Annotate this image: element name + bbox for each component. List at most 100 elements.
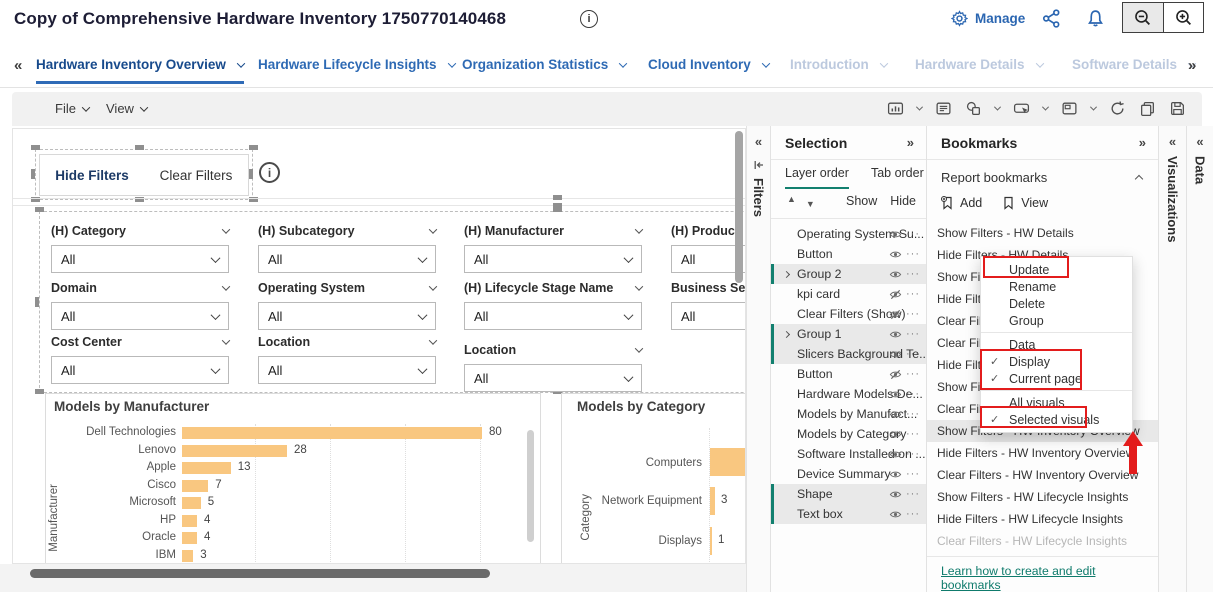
collapse-panel-icon[interactable]: » bbox=[907, 135, 914, 150]
show-all-button[interactable]: Show bbox=[846, 194, 877, 208]
chevron-down-icon[interactable] bbox=[222, 282, 230, 290]
visibility-eye-icon[interactable] bbox=[889, 408, 902, 424]
buttons-icon[interactable] bbox=[1013, 100, 1030, 117]
refresh-icon[interactable] bbox=[1109, 100, 1126, 117]
move-up-icon[interactable]: ▲ bbox=[787, 194, 796, 209]
chevron-down-icon[interactable] bbox=[879, 59, 887, 67]
chevron-down-icon[interactable] bbox=[635, 225, 643, 233]
visibility-eye-icon[interactable] bbox=[889, 248, 902, 264]
visibility-eye-icon[interactable] bbox=[889, 228, 902, 244]
tab-hardware-details[interactable]: Hardware Details bbox=[915, 57, 1043, 81]
visibility-eye-icon[interactable] bbox=[889, 508, 902, 524]
selection-handle[interactable] bbox=[135, 145, 144, 150]
chevron-down-icon[interactable] bbox=[1090, 104, 1097, 111]
bar-displays[interactable] bbox=[710, 527, 712, 555]
move-down-icon[interactable]: ▼ bbox=[806, 199, 815, 209]
visibility-eye-off-icon[interactable] bbox=[889, 308, 902, 324]
slicer-dropdown[interactable]: All bbox=[464, 245, 642, 273]
chevron-down-icon[interactable] bbox=[237, 59, 245, 67]
selection-handle[interactable] bbox=[35, 207, 44, 212]
bookmark-item[interactable]: Show Filters - HW Details bbox=[927, 222, 1158, 244]
menu-item-display[interactable]: ✓Display bbox=[981, 353, 1132, 370]
more-options-icon[interactable]: ··· bbox=[906, 308, 920, 320]
layer-item-hardware-models-de-[interactable]: Hardware Models De...··· bbox=[771, 384, 926, 404]
chevron-down-icon[interactable] bbox=[429, 225, 437, 233]
more-options-icon[interactable]: ··· bbox=[906, 248, 920, 260]
slicer-dropdown[interactable]: All bbox=[51, 356, 229, 384]
visibility-eye-icon[interactable] bbox=[889, 428, 902, 444]
slicer-dropdown[interactable]: All bbox=[51, 302, 229, 330]
visibility-eye-icon[interactable] bbox=[889, 268, 902, 284]
layer-item-software-installed-on-[interactable]: Software Installed on ...··· bbox=[771, 444, 926, 464]
bookmark-item[interactable]: Hide Filters - HW Lifecycle Insights bbox=[927, 508, 1158, 530]
more-options-icon[interactable]: ··· bbox=[906, 508, 920, 520]
tabs-scroll-left[interactable]: « bbox=[14, 57, 22, 74]
zoom-in-button[interactable] bbox=[1164, 3, 1204, 32]
menu-item-update[interactable]: Update bbox=[981, 261, 1132, 278]
chevron-down-icon[interactable] bbox=[1035, 59, 1043, 67]
selection-handle[interactable] bbox=[35, 389, 44, 394]
expand-group-icon[interactable] bbox=[783, 330, 790, 337]
slicer-dropdown[interactable]: All bbox=[464, 302, 642, 330]
visibility-eye-icon[interactable] bbox=[889, 328, 902, 344]
bar-oracle[interactable] bbox=[182, 532, 197, 544]
bar-dell-technologies[interactable] bbox=[182, 427, 482, 439]
chevron-down-icon[interactable] bbox=[222, 336, 230, 344]
menu-item-group[interactable]: Group bbox=[981, 312, 1132, 329]
shapes-icon[interactable] bbox=[965, 100, 982, 117]
tab-software-details[interactable]: Software Details bbox=[1072, 57, 1195, 81]
slicer-dropdown[interactable]: All bbox=[258, 302, 436, 330]
tab-cloud-inventory[interactable]: Cloud Inventory bbox=[648, 57, 769, 81]
text-box-icon[interactable] bbox=[935, 100, 952, 117]
more-options-icon[interactable]: ··· bbox=[906, 348, 920, 360]
view-menu[interactable]: View bbox=[106, 101, 147, 116]
chart-scrollbar[interactable] bbox=[527, 430, 534, 542]
visibility-eye-icon[interactable] bbox=[889, 348, 902, 364]
selection-handle[interactable] bbox=[31, 145, 40, 150]
bookmark-item[interactable]: Clear Filters - HW Inventory Overview bbox=[927, 464, 1158, 486]
view-bookmarks-button[interactable]: View bbox=[1002, 196, 1048, 210]
clear-filters-button[interactable]: Clear Filters bbox=[144, 168, 248, 183]
visualizations-pane-collapsed[interactable]: « Visualizations bbox=[1158, 126, 1186, 592]
slicer-dropdown[interactable]: All bbox=[258, 245, 436, 273]
duplicate-page-icon[interactable] bbox=[1139, 100, 1156, 117]
tab-introduction[interactable]: Introduction bbox=[790, 57, 887, 81]
selection-handle[interactable] bbox=[35, 297, 39, 307]
bar-lenovo[interactable] bbox=[182, 445, 287, 457]
more-options-icon[interactable]: ··· bbox=[906, 408, 920, 420]
chevron-down-icon[interactable] bbox=[447, 59, 455, 67]
share-icon[interactable] bbox=[1042, 9, 1061, 33]
canvas-horizontal-scrollbar[interactable] bbox=[30, 569, 490, 578]
layer-item-clear-filters-show-[interactable]: Clear Filters (Show)··· bbox=[771, 304, 926, 324]
file-menu[interactable]: File bbox=[55, 101, 89, 116]
bookmark-item[interactable]: Clear Filters - HW Lifecycle Insights bbox=[927, 530, 1158, 552]
tab-tab-order[interactable]: Tab order bbox=[871, 166, 924, 189]
selection-handle[interactable] bbox=[31, 169, 35, 179]
layer-item-shape[interactable]: Shape··· bbox=[771, 484, 926, 504]
chevron-down-icon[interactable] bbox=[916, 104, 923, 111]
more-options-icon[interactable]: ··· bbox=[906, 288, 920, 300]
layer-item-button[interactable]: Button··· bbox=[771, 244, 926, 264]
slicer-dropdown[interactable]: All bbox=[464, 364, 642, 392]
selection-handle[interactable] bbox=[553, 195, 562, 200]
more-options-icon[interactable]: ··· bbox=[906, 448, 920, 460]
visibility-eye-icon[interactable] bbox=[889, 488, 902, 504]
bar-apple[interactable] bbox=[182, 462, 231, 474]
more-options-icon[interactable]: ··· bbox=[906, 428, 920, 440]
layer-item-group-2[interactable]: Group 2··· bbox=[771, 264, 926, 284]
bar-cisco[interactable] bbox=[182, 480, 208, 492]
layer-item-group-1[interactable]: Group 1··· bbox=[771, 324, 926, 344]
canvas-info-icon[interactable]: i bbox=[259, 162, 280, 183]
expand-pane-icon[interactable] bbox=[753, 158, 765, 176]
tab-organization-statistics[interactable]: Organization Statistics bbox=[462, 57, 626, 81]
chevron-down-icon[interactable] bbox=[429, 282, 437, 290]
selection-handle[interactable] bbox=[249, 169, 253, 179]
slicer-dropdown[interactable]: All bbox=[51, 245, 229, 273]
chevron-up-icon[interactable] bbox=[1135, 175, 1143, 183]
more-options-icon[interactable]: ··· bbox=[906, 368, 920, 380]
save-icon[interactable] bbox=[1169, 100, 1186, 117]
tab-layer-order[interactable]: Layer order bbox=[785, 166, 849, 189]
more-options-icon[interactable]: ··· bbox=[906, 488, 920, 500]
bar-microsoft[interactable] bbox=[182, 497, 201, 509]
visibility-eye-off-icon[interactable] bbox=[889, 368, 902, 384]
